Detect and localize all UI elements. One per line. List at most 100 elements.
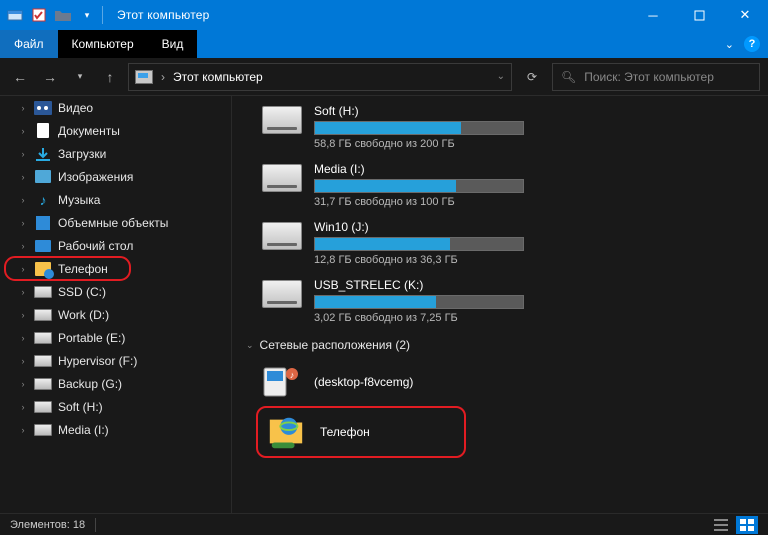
- drive-free-text: 3,02 ГБ свободно из 7,25 ГБ: [314, 312, 738, 324]
- sidebar-item-музыка[interactable]: › ♪ Музыка: [0, 188, 231, 211]
- sidebar-item-portable-e-[interactable]: › Portable (E:): [0, 326, 231, 349]
- tab-file[interactable]: Файл: [0, 30, 58, 58]
- drive-icon: [262, 106, 302, 134]
- doc-icon: [34, 123, 52, 139]
- expand-icon[interactable]: ›: [18, 356, 28, 366]
- expand-icon[interactable]: ›: [18, 126, 28, 136]
- expand-icon[interactable]: ›: [18, 195, 28, 205]
- expand-icon[interactable]: ›: [18, 149, 28, 159]
- tiles-view-button[interactable]: [736, 516, 758, 534]
- recent-dropdown[interactable]: ▾: [68, 65, 92, 89]
- sidebar-item-документы[interactable]: › Документы: [0, 119, 231, 142]
- properties-icon[interactable]: [30, 6, 48, 24]
- status-bar: Элементов: 18: [0, 513, 768, 535]
- sidebar-item-ssd-c-[interactable]: › SSD (C:): [0, 280, 231, 303]
- drive-usage-bar: [314, 237, 524, 251]
- drive-icon: [262, 280, 302, 308]
- refresh-button[interactable]: ⟳: [518, 63, 546, 91]
- sidebar-item-label: Объемные объекты: [58, 216, 168, 230]
- help-icon[interactable]: ?: [744, 36, 760, 52]
- sidebar-item-рабочий-стол[interactable]: › Рабочий стол: [0, 234, 231, 257]
- drive-free-text: 58,8 ГБ свободно из 200 ГБ: [314, 138, 738, 150]
- sidebar-item-hypervisor-f-[interactable]: › Hypervisor (F:): [0, 349, 231, 372]
- sidebar-item-изображения[interactable]: ›Изображения: [0, 165, 231, 188]
- drive-icon: [262, 164, 302, 192]
- expand-icon[interactable]: ›: [18, 218, 28, 228]
- sidebar-item-label: SSD (C:): [58, 285, 106, 299]
- expand-icon[interactable]: ›: [18, 103, 28, 113]
- expand-icon[interactable]: ›: [18, 425, 28, 435]
- sidebar-item-загрузки[interactable]: › Загрузки: [0, 142, 231, 165]
- chevron-down-icon: ⌄: [246, 340, 254, 351]
- address-dropdown-icon[interactable]: ⌄: [497, 71, 505, 82]
- expand-icon[interactable]: ›: [18, 172, 28, 182]
- music-icon: ♪: [34, 192, 52, 208]
- sidebar-item-label: Work (D:): [58, 308, 109, 322]
- main-area: ›Видео›Документы›Загрузки›Изображения›♪М…: [0, 96, 768, 513]
- sidebar-item-label: Media (I:): [58, 423, 109, 437]
- drive-name: Media (I:): [314, 162, 738, 176]
- drive-item[interactable]: USB_STRELEC (K:)3,02 ГБ свободно из 7,25…: [232, 274, 768, 332]
- drive-item[interactable]: Media (I:) 31,7 ГБ свободно из 100 ГБ: [232, 158, 768, 216]
- ribbon-tabs: Файл Компьютер Вид ⌄ ?: [0, 30, 768, 58]
- expand-icon[interactable]: ›: [18, 310, 28, 320]
- sidebar-item-media-i-[interactable]: › Media (I:): [0, 418, 231, 441]
- drive-icon: [34, 284, 52, 300]
- sidebar-item-work-d-[interactable]: › Work (D:): [0, 303, 231, 326]
- sidebar-item-label: Hypervisor (F:): [58, 354, 137, 368]
- search-input[interactable]: 🔍︎ Поиск: Этот компьютер: [552, 63, 760, 91]
- sidebar-item-backup-g-[interactable]: ›Backup (G:): [0, 372, 231, 395]
- expand-icon[interactable]: ›: [18, 402, 28, 412]
- forward-button[interactable]: →: [38, 65, 62, 89]
- thispc-icon: [135, 70, 153, 84]
- expand-icon[interactable]: ›: [18, 379, 28, 389]
- sidebar-item-label: Загрузки: [58, 147, 106, 161]
- drive-icon: [34, 399, 52, 415]
- expand-icon[interactable]: ›: [18, 264, 28, 274]
- details-view-button[interactable]: [710, 516, 732, 534]
- expand-icon[interactable]: ›: [18, 241, 28, 251]
- sidebar-item-label: Рабочий стол: [58, 239, 133, 253]
- sidebar-item-label: Музыка: [58, 193, 100, 207]
- explorer-icon: [6, 6, 24, 24]
- up-button[interactable]: ↑: [98, 65, 122, 89]
- folder-icon[interactable]: [54, 6, 72, 24]
- sidebar-item-label: Телефон: [58, 262, 108, 276]
- back-button[interactable]: ←: [8, 65, 32, 89]
- network-item-phone[interactable]: Телефон: [256, 406, 466, 458]
- maximize-button[interactable]: [676, 0, 722, 30]
- drive-icon: [34, 307, 52, 323]
- content-pane[interactable]: Soft (H:)58,8 ГБ свободно из 200 ГБMedia…: [232, 96, 768, 513]
- sidebar-item-label: Документы: [58, 124, 120, 138]
- drive-icon: [262, 222, 302, 250]
- breadcrumb[interactable]: Этот компьютер: [173, 70, 263, 84]
- drive-item[interactable]: Win10 (J:)12,8 ГБ свободно из 36,3 ГБ: [232, 216, 768, 274]
- 3d-icon: [34, 215, 52, 231]
- network-item-label: Телефон: [320, 425, 370, 439]
- close-button[interactable]: ✕: [722, 0, 768, 30]
- drive-free-text: 31,7 ГБ свободно из 100 ГБ: [314, 196, 738, 208]
- minimize-button[interactable]: ─: [630, 0, 676, 30]
- navigation-pane[interactable]: ›Видео›Документы›Загрузки›Изображения›♪М…: [0, 96, 232, 513]
- address-bar[interactable]: › Этот компьютер ⌄: [128, 63, 512, 91]
- sidebar-item-телефон[interactable]: › Телефон: [0, 257, 231, 280]
- section-network-locations[interactable]: ⌄Сетевые расположения (2): [232, 332, 768, 358]
- drive-info: Win10 (J:)12,8 ГБ свободно из 36,3 ГБ: [314, 220, 768, 266]
- sidebar-item-видео[interactable]: ›Видео: [0, 96, 231, 119]
- drive-usage-bar: [314, 295, 524, 309]
- drive-info: Media (I:) 31,7 ГБ свободно из 100 ГБ: [314, 162, 768, 208]
- tab-computer[interactable]: Компьютер: [58, 30, 148, 58]
- sidebar-item-soft-h-[interactable]: ›Soft (H:): [0, 395, 231, 418]
- expand-ribbon-icon[interactable]: ⌄: [725, 38, 734, 51]
- drive-item[interactable]: Soft (H:)58,8 ГБ свободно из 200 ГБ: [232, 100, 768, 158]
- drive-usage-bar: [314, 121, 524, 135]
- expand-icon[interactable]: ›: [18, 287, 28, 297]
- expand-icon[interactable]: ›: [18, 333, 28, 343]
- network-item[interactable]: ♪(desktop-f8vcemg): [232, 358, 768, 406]
- sidebar-item-объемные-объекты[interactable]: › Объемные объекты: [0, 211, 231, 234]
- tab-view[interactable]: Вид: [148, 30, 198, 58]
- qat-dropdown-icon[interactable]: ▾: [78, 6, 96, 24]
- network-media-icon: ♪: [262, 364, 302, 400]
- drive-icon: [34, 422, 52, 438]
- sidebar-item-label: Portable (E:): [58, 331, 125, 345]
